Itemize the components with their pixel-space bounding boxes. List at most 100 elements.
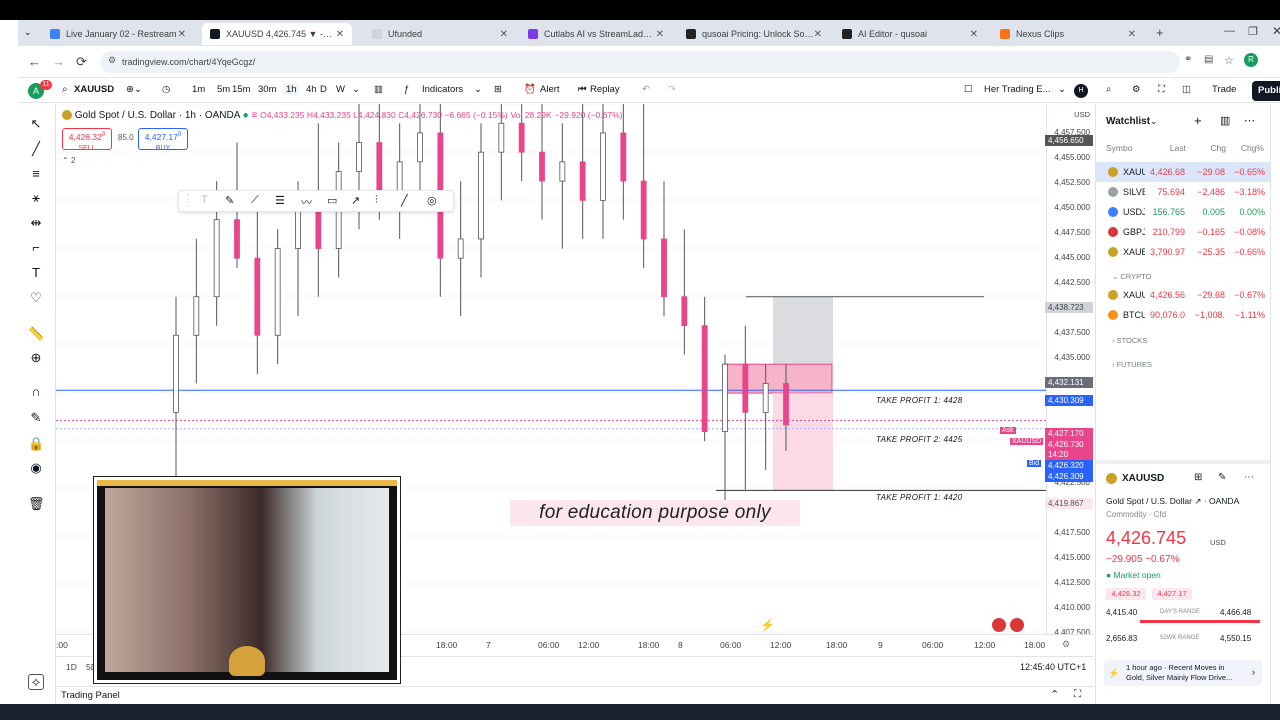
header-last[interactable]: Last bbox=[1156, 143, 1186, 153]
settings-gear-icon[interactable]: ⚙ bbox=[1132, 84, 1141, 95]
watchlist-row[interactable]: XAUU 4,426.56 −29.68 −0.67% bbox=[1096, 285, 1271, 305]
eye-icon[interactable]: ◉ bbox=[28, 460, 44, 476]
bookmark-star-icon[interactable]: ☆ bbox=[1224, 54, 1234, 67]
browser-tab[interactable]: AI Editor - qusoai ✕ bbox=[834, 23, 986, 45]
replay-icon[interactable]: ⏮ bbox=[578, 84, 587, 95]
details-edit-icon[interactable]: ✎ bbox=[1218, 472, 1226, 483]
search-icon[interactable]: ⌕ bbox=[62, 84, 68, 95]
trash-icon[interactable]: 🗑 bbox=[28, 496, 45, 512]
header-chg[interactable]: Chg bbox=[1186, 143, 1226, 153]
sell-button[interactable]: 4,426.320 SELL bbox=[62, 128, 112, 152]
header-symbol[interactable]: Symbo bbox=[1096, 143, 1156, 153]
range-1d[interactable]: 1D bbox=[66, 662, 77, 672]
axis-settings-icon[interactable]: ⚙ bbox=[1062, 639, 1070, 650]
interval-15m[interactable]: 15m bbox=[232, 84, 250, 95]
zoom-icon[interactable]: ⊕ bbox=[28, 350, 44, 366]
browser-tab[interactable]: Cutlabs AI vs StreamLadder ✕ bbox=[520, 23, 672, 45]
tab-list-icon[interactable]: ⌄ bbox=[24, 27, 32, 38]
minimize-icon[interactable]: — bbox=[1224, 25, 1235, 37]
clock-icon[interactable]: ◷ bbox=[162, 84, 170, 95]
watchlist-row[interactable]: GBPJ 210.799 −0.165 −0.08% bbox=[1096, 222, 1271, 242]
layout-dropdown-icon[interactable]: ⌄ bbox=[1058, 84, 1066, 95]
settings-circle-icon[interactable]: ◎ bbox=[427, 194, 437, 207]
chart-type-icon[interactable]: ▥ bbox=[374, 84, 383, 95]
trendline-icon[interactable]: ╱ bbox=[28, 141, 44, 157]
channel-icon[interactable]: ⫶ bbox=[375, 194, 378, 207]
utc-clock[interactable]: 12:45:40 UTC+1 bbox=[1020, 662, 1086, 672]
interval-5m[interactable]: 5m bbox=[217, 84, 230, 95]
replay-button[interactable]: Replay bbox=[590, 84, 620, 95]
tab-close-icon[interactable]: ✕ bbox=[814, 29, 822, 40]
indicators-button[interactable]: Indicators bbox=[422, 84, 463, 95]
browser-tab[interactable]: qusoai Pricing: Unlock Social M...✕ bbox=[678, 23, 830, 45]
stocks-group[interactable]: › STOCKS bbox=[1112, 336, 1147, 345]
object-tree-icon[interactable]: ✧ bbox=[28, 674, 44, 690]
tab-close-icon[interactable]: ✕ bbox=[178, 29, 186, 40]
legend-title[interactable]: Gold Spot / U.S. Dollar · 1h · OANDA bbox=[75, 110, 240, 121]
line-tool-icon[interactable]: ⟋ bbox=[251, 194, 259, 207]
lock-icon[interactable]: 🔒 bbox=[28, 436, 44, 452]
news-item[interactable]: ⚡ 1 hour ago · Recent Moves in Gold, Sil… bbox=[1104, 660, 1262, 686]
indicators-icon[interactable]: ƒ bbox=[404, 84, 409, 95]
redo-icon[interactable]: ↷ bbox=[668, 84, 676, 95]
symbol-search[interactable]: XAUUSD bbox=[74, 84, 114, 95]
event-flag-icon[interactable] bbox=[992, 618, 1006, 632]
translate-icon[interactable]: ▤ bbox=[1204, 54, 1213, 65]
publish-button[interactable]: Publi bbox=[1252, 81, 1280, 101]
undo-icon[interactable]: ↶ bbox=[642, 84, 650, 95]
browser-tab[interactable]: XAUUSD 4,426.745 ▼ -0.67% ...✕ bbox=[202, 23, 352, 45]
shapes-icon[interactable]: ⌐ bbox=[28, 240, 44, 256]
interval-1h[interactable]: 1h bbox=[284, 84, 299, 95]
details-grid-icon[interactable]: ⊞ bbox=[1194, 472, 1202, 483]
take-profit-1-label[interactable]: TAKE PROFIT 1: 4428 bbox=[876, 396, 962, 405]
interval-dropdown-icon[interactable]: ⌄ bbox=[352, 84, 360, 95]
watchlist-row[interactable]: BTCU 90,076.0 −1,008. −1.11% bbox=[1096, 305, 1271, 325]
details-ask[interactable]: 4,427.17 bbox=[1152, 588, 1192, 600]
browser-tab[interactable]: Ufunded ✕ bbox=[364, 23, 516, 45]
tab-close-icon[interactable]: ✕ bbox=[336, 29, 344, 40]
futures-group[interactable]: › FUTURES bbox=[1112, 360, 1152, 369]
tab-close-icon[interactable]: ✕ bbox=[500, 29, 508, 40]
indicators-dropdown-icon[interactable]: ⌄ bbox=[474, 84, 482, 95]
prediction-icon[interactable]: ⇹ bbox=[28, 215, 44, 231]
watchlist-more-icon[interactable]: ⋯ bbox=[1244, 114, 1255, 127]
path-icon[interactable]: 〰 bbox=[301, 194, 312, 210]
lightning-icon[interactable]: ⚡ bbox=[760, 618, 775, 632]
fib-retracement-icon[interactable]: ☰ bbox=[275, 194, 285, 207]
panel-maximize-icon[interactable]: ⛶ bbox=[1074, 689, 1081, 700]
interval-D[interactable]: D bbox=[320, 84, 327, 95]
new-tab-button[interactable]: + bbox=[1156, 25, 1164, 40]
details-bid[interactable]: 4,426.32 bbox=[1106, 588, 1146, 600]
trading-panel-label[interactable]: Trading Panel bbox=[61, 690, 120, 701]
watchlist-row[interactable]: USDJ 156.765 0.005 0.00% bbox=[1096, 202, 1271, 222]
interval-1m[interactable]: 1m bbox=[192, 84, 205, 95]
maximize-icon[interactable]: ❐ bbox=[1248, 25, 1258, 38]
alert-icon[interactable]: ⏰ bbox=[524, 84, 536, 95]
compare-icon[interactable]: ⊕⌄ bbox=[126, 84, 142, 95]
buy-button[interactable]: 4,427.170 BUY bbox=[138, 128, 188, 152]
snapshot-camera-icon[interactable]: ◫ bbox=[1182, 84, 1191, 95]
favorites-heart-icon[interactable]: ♡ bbox=[28, 290, 44, 306]
text-icon[interactable]: T bbox=[201, 194, 208, 206]
tab-close-icon[interactable]: ✕ bbox=[970, 29, 978, 40]
panel-collapse-icon[interactable]: ⌃ bbox=[1050, 688, 1059, 701]
event-flag-icon[interactable] bbox=[1010, 618, 1024, 632]
watchlist-row[interactable]: XAUE 3,790.97 −25.35 −0.66% bbox=[1096, 242, 1271, 262]
reload-icon[interactable]: ⟳ bbox=[76, 54, 87, 70]
text-tool-icon[interactable]: T bbox=[28, 265, 44, 281]
details-more-icon[interactable]: ⋯ bbox=[1244, 472, 1254, 483]
alert-button[interactable]: Alert bbox=[540, 84, 560, 95]
browser-tab[interactable]: Live January 02 - Restream ✕ bbox=[42, 23, 194, 45]
price-axis[interactable]: USD 4,457.500 4,455.000 4,452.500 4,450.000… bbox=[1045, 104, 1094, 652]
header-chgp[interactable]: Chg% bbox=[1226, 143, 1264, 153]
watchlist-row[interactable]: XAUU 4,426.68 −29.08 −0.65% bbox=[1096, 162, 1271, 182]
tab-close-icon[interactable]: ✕ bbox=[1128, 29, 1136, 40]
interval-W[interactable]: W bbox=[336, 84, 345, 95]
take-profit-3-label[interactable]: TAKE PROFIT 1: 4420 bbox=[876, 493, 962, 502]
layouts-icon[interactable]: ⊞ bbox=[494, 84, 502, 95]
forward-icon[interactable]: → bbox=[52, 54, 65, 69]
url-field[interactable]: ⚙ tradingview.com/chart/4YqeGcgz/ bbox=[100, 51, 1180, 73]
ruler-icon[interactable]: 📏 bbox=[28, 326, 44, 342]
ray-icon[interactable]: ╱ bbox=[401, 194, 408, 207]
tab-close-icon[interactable]: ✕ bbox=[656, 29, 664, 40]
